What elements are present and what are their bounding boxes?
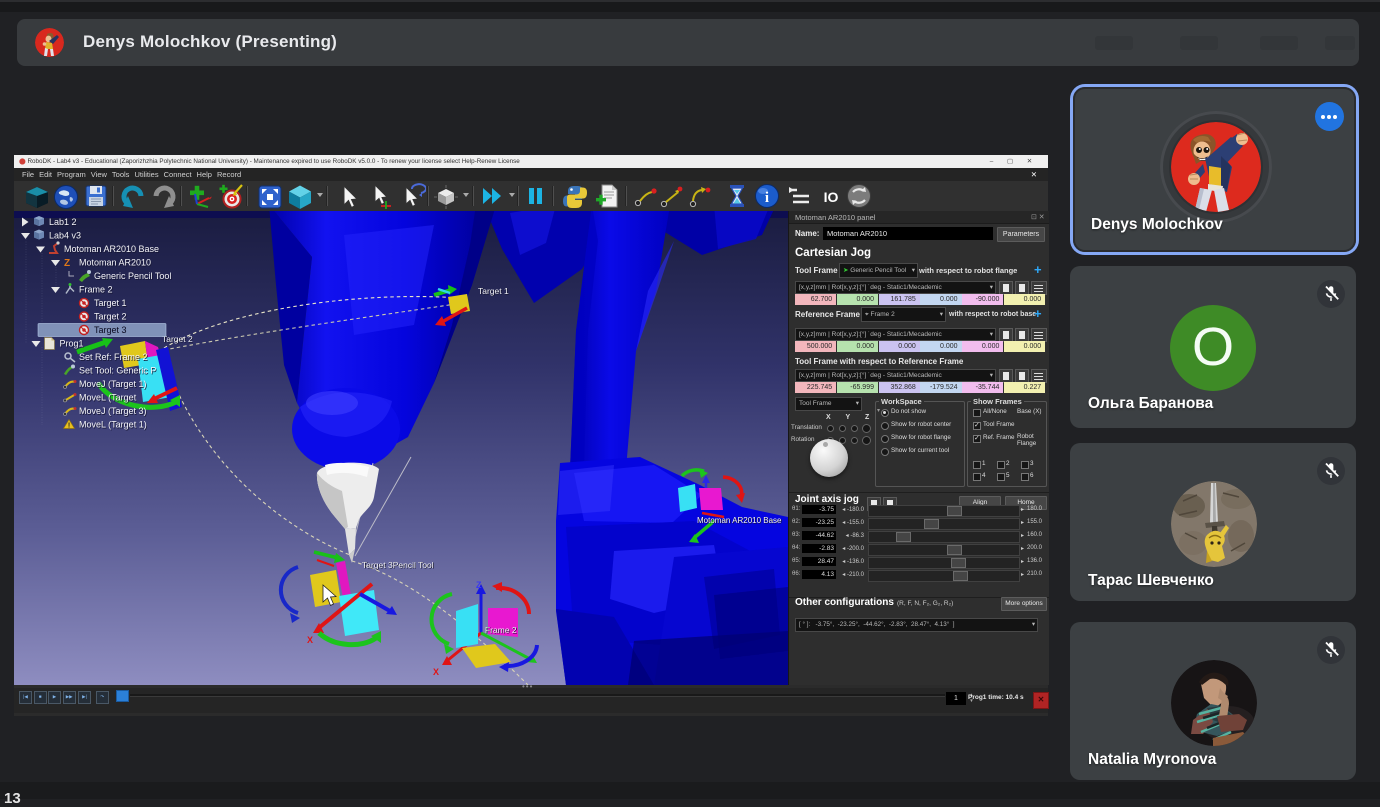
svg-text:Target 1: Target 1 bbox=[94, 298, 127, 308]
svg-text:IO: IO bbox=[824, 189, 839, 205]
svg-text:Target 3Pencil Tool: Target 3Pencil Tool bbox=[362, 560, 434, 570]
svg-text:Lab1 2: Lab1 2 bbox=[49, 217, 77, 227]
svg-text:Frame 2: Frame 2 bbox=[485, 625, 517, 635]
svg-text:Motoman AR2010: Motoman AR2010 bbox=[79, 258, 151, 268]
svg-text:X: X bbox=[307, 635, 313, 645]
svg-text:MoveL (Target: MoveL (Target bbox=[79, 393, 137, 403]
svg-text:Target 3: Target 3 bbox=[94, 325, 127, 335]
svg-text:Set Ref: Frame 2: Set Ref: Frame 2 bbox=[79, 352, 148, 362]
svg-text:MoveJ (Target 3): MoveJ (Target 3) bbox=[79, 406, 147, 416]
svg-text:Generic Pencil Tool: Generic Pencil Tool bbox=[94, 271, 171, 281]
svg-text:MoveL (Target 1): MoveL (Target 1) bbox=[79, 420, 147, 430]
svg-text:Motoman AR2010 Base: Motoman AR2010 Base bbox=[697, 516, 782, 525]
svg-text:Prog1: Prog1 bbox=[60, 339, 84, 349]
svg-text:Target 2: Target 2 bbox=[94, 312, 127, 322]
svg-text:Z: Z bbox=[476, 580, 482, 590]
svg-text:i: i bbox=[765, 190, 769, 206]
svg-text:X: X bbox=[433, 667, 439, 677]
svg-text:Lab4 v3: Lab4 v3 bbox=[49, 231, 81, 241]
svg-text:Z: Z bbox=[64, 258, 70, 269]
svg-text:Frame 2: Frame 2 bbox=[79, 285, 113, 295]
svg-text:MoveJ (Target 1): MoveJ (Target 1) bbox=[79, 379, 147, 389]
svg-text:Target 2: Target 2 bbox=[162, 334, 193, 344]
svg-text:!: ! bbox=[68, 423, 70, 430]
svg-text:Motoman AR2010 Base: Motoman AR2010 Base bbox=[64, 244, 159, 254]
svg-text:Target 1: Target 1 bbox=[478, 286, 509, 296]
svg-text:Set Tool: Generic P: Set Tool: Generic P bbox=[79, 366, 156, 376]
